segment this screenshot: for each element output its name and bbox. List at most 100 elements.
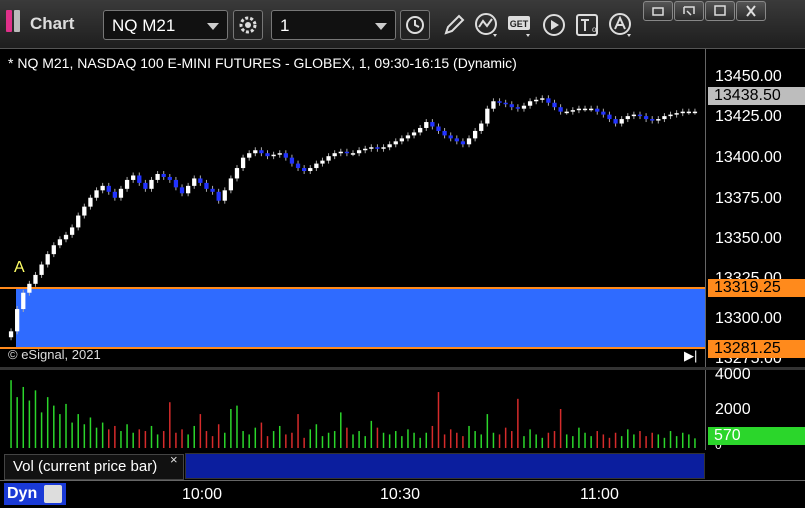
- candle-body: [375, 147, 380, 149]
- volume-bar: [315, 424, 318, 448]
- volume-bar: [352, 434, 354, 448]
- volume-bar: [46, 397, 49, 448]
- candle-body: [387, 144, 392, 148]
- interval-combo[interactable]: 1: [271, 10, 396, 40]
- scroll-to-end-icon[interactable]: ▶|: [684, 348, 697, 364]
- candle-body: [155, 173, 160, 180]
- settings-button[interactable]: [233, 10, 263, 40]
- volume-bar: [16, 397, 18, 448]
- candle-body: [21, 292, 26, 310]
- candle-body: [69, 227, 75, 235]
- svg-text:GET: GET: [510, 19, 529, 29]
- play-button[interactable]: [540, 10, 568, 40]
- volume-bar: [224, 432, 226, 448]
- candle-body: [271, 154, 276, 157]
- candle-body: [308, 168, 313, 172]
- volume-bar: [675, 436, 678, 448]
- volume-bar: [578, 427, 580, 448]
- candle-body: [619, 119, 624, 124]
- restore-button[interactable]: [643, 1, 673, 21]
- candle-body: [63, 234, 69, 240]
- candle-body: [204, 182, 209, 189]
- studies-icon: [475, 13, 497, 37]
- draw-tool-button[interactable]: [440, 10, 468, 40]
- candle-body: [399, 138, 404, 142]
- clock-icon: [406, 16, 424, 34]
- dynamic-mode-label: Dyn: [7, 485, 38, 502]
- volume-chart-area[interactable]: [0, 370, 705, 450]
- volume-bar: [138, 429, 141, 448]
- studies-button[interactable]: [472, 10, 502, 40]
- volume-bar: [669, 431, 672, 448]
- volume-bar: [584, 432, 586, 448]
- candle-body: [430, 122, 435, 127]
- candle-body: [289, 157, 295, 164]
- get-data-button[interactable]: GET: [505, 10, 535, 40]
- candle-body: [45, 254, 50, 265]
- volume-bar: [419, 437, 421, 448]
- candle-body: [656, 119, 661, 121]
- time-axis[interactable]: Dyn 10:00 10:30 11:00: [0, 480, 805, 508]
- price-tick: 13300.00: [715, 310, 782, 327]
- svg-text:o: o: [592, 25, 597, 34]
- candle-body: [558, 107, 563, 112]
- volume-bar: [101, 422, 104, 448]
- volume-tick: 4000: [715, 366, 751, 383]
- volume-axis[interactable]: 4000 2000 0 570: [705, 366, 805, 452]
- marker-label[interactable]: A: [14, 259, 25, 277]
- symbol-combo[interactable]: NQ M21: [103, 10, 228, 40]
- price-chart-area[interactable]: * NQ M21, NASDAQ 100 E-MINI FUTURES - GL…: [0, 49, 705, 367]
- title-bar: Chart NQ M21 1 GET o: [0, 0, 805, 49]
- candle-body: [436, 126, 441, 131]
- candle-body: [27, 283, 32, 293]
- lower-line-tag: 13281.25: [708, 340, 805, 358]
- candle-body: [381, 147, 386, 149]
- volume-bar: [333, 431, 336, 448]
- candle-body: [143, 182, 148, 189]
- chevron-down-icon[interactable]: [207, 23, 219, 30]
- candle-body: [124, 179, 130, 189]
- volume-study-label[interactable]: Vol (current price bar): [4, 454, 184, 480]
- volume-bar: [358, 431, 360, 448]
- chevron-down-icon[interactable]: [375, 23, 387, 30]
- volume-bar: [34, 390, 37, 448]
- price-tick: 13350.00: [715, 230, 782, 247]
- price-axis[interactable]: 13450.00 13425.00 13400.00 13375.00 1335…: [705, 49, 805, 367]
- alert-button[interactable]: [606, 10, 636, 40]
- volume-bar: [211, 436, 214, 448]
- candle-body: [662, 116, 667, 120]
- candle-body: [302, 168, 307, 172]
- volume-bar: [205, 431, 208, 448]
- close-window-button[interactable]: [736, 1, 766, 21]
- volume-bar: [590, 436, 592, 448]
- candle-body: [692, 111, 698, 114]
- candle-body: [222, 190, 227, 201]
- candle-body: [479, 123, 484, 131]
- candle-body: [485, 108, 490, 124]
- volume-bar: [627, 429, 629, 448]
- candle-body: [405, 135, 411, 139]
- volume-bar: [431, 425, 434, 448]
- text-tool-button[interactable]: o: [573, 10, 601, 40]
- candle-body: [570, 110, 575, 112]
- candle-body: [356, 150, 362, 154]
- clock-button[interactable]: [400, 10, 430, 40]
- candle-body: [668, 114, 673, 117]
- volume-bar: [187, 434, 189, 448]
- candle-body: [411, 132, 417, 136]
- close-study-icon[interactable]: ×: [170, 452, 178, 467]
- lock-icon[interactable]: [44, 485, 62, 503]
- candle-body: [57, 239, 63, 246]
- window-title: Chart: [30, 14, 75, 33]
- volume-bar: [77, 414, 79, 448]
- get-icon: GET: [508, 16, 530, 37]
- candle-body: [94, 190, 99, 198]
- candle-body: [295, 163, 301, 169]
- maximize-button[interactable]: [705, 1, 735, 21]
- candle-body: [576, 108, 582, 111]
- candle-body: [491, 101, 496, 109]
- last-price-tag: 13438.50: [708, 87, 805, 105]
- time-label: 11:00: [580, 486, 619, 503]
- minimize-button[interactable]: [674, 1, 704, 21]
- volume-bar: [443, 434, 446, 448]
